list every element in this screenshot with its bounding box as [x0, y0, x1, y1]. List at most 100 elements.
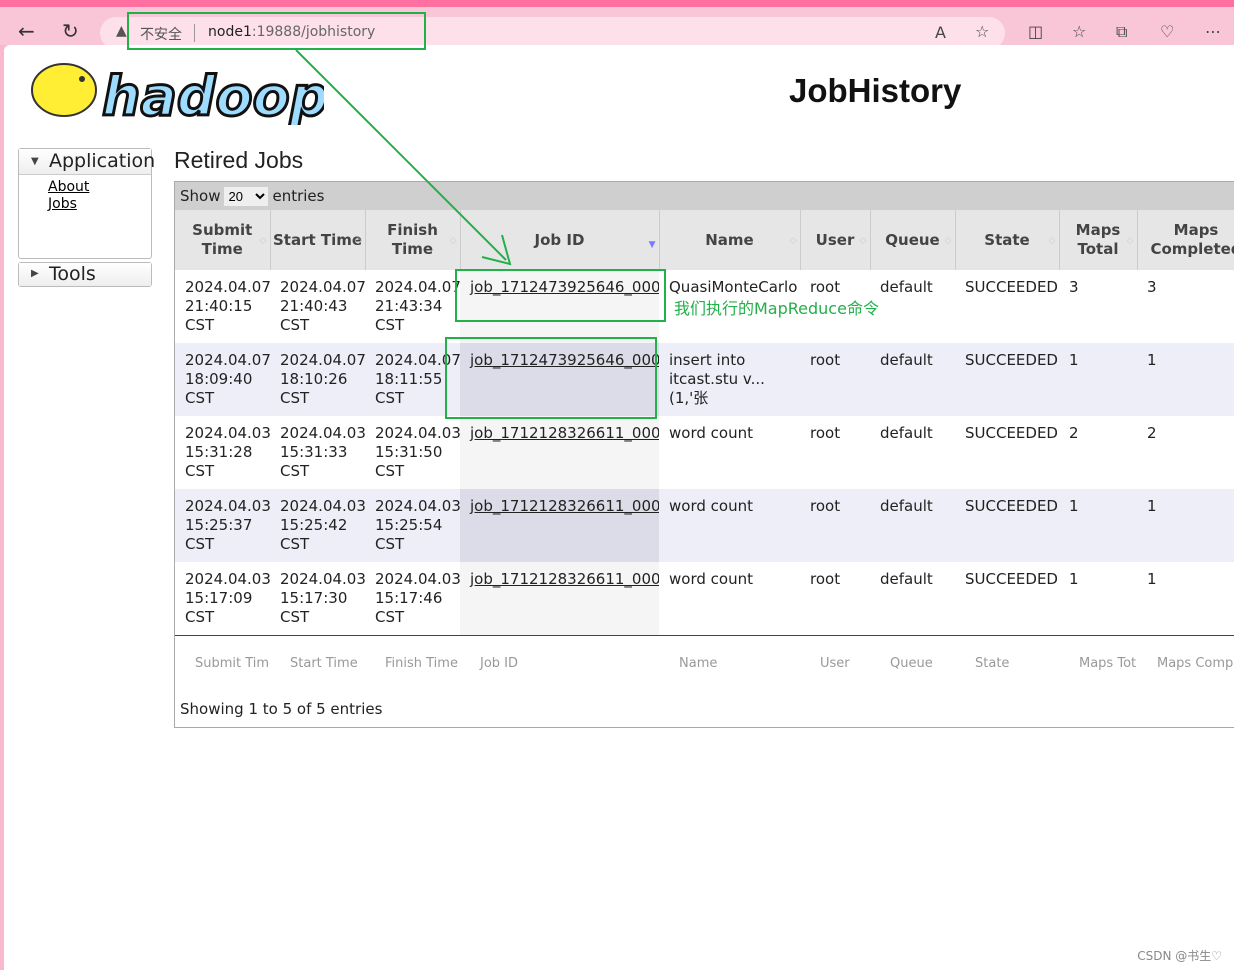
- cell-submit: 2024.04.03 15:25:37 CST: [175, 489, 270, 562]
- footer-submit[interactable]: Submit Time: [175, 635, 270, 691]
- cell-maps_total: 1: [1059, 489, 1137, 562]
- cell-finish: 2024.04.03 15:17:46 CST: [375, 570, 460, 626]
- show-label: Show: [180, 187, 221, 205]
- column-header-maps_completed[interactable]: Maps Completed◇: [1137, 210, 1234, 270]
- jobs-table: Submit Time ◇ Start Time ◇ Finish Time ◇ Job I…: [175, 210, 1234, 691]
- cell-name: word count: [669, 424, 753, 442]
- cell-queue: default: [880, 570, 933, 588]
- footer-start[interactable]: Start Time: [270, 635, 365, 691]
- footer-state[interactable]: State: [955, 635, 1059, 691]
- sidebar-link-jobs[interactable]: Jobs: [48, 196, 151, 213]
- job-id-link[interactable]: job_1712128326611_0001: [470, 570, 659, 588]
- sort-icon: ◇: [789, 236, 797, 246]
- cell-queue: default: [880, 278, 933, 296]
- column-header-submit[interactable]: Submit Time ◇: [175, 210, 271, 270]
- favorite-star-icon[interactable]: ☆: [975, 22, 989, 41]
- column-header-user[interactable]: User ◇: [800, 210, 871, 270]
- caret-down-icon: ▼: [31, 156, 39, 167]
- warning-icon: ▲: [116, 23, 127, 39]
- cell-submit: 2024.04.07 21:40:15 CST: [185, 278, 270, 334]
- cell-user: root: [810, 570, 841, 588]
- cell-maps_total: 2: [1069, 424, 1079, 442]
- table-info: Showing 1 to 5 of 5 entries: [180, 700, 383, 718]
- cell-maps_completed: 1: [1137, 343, 1234, 416]
- table-row: 2024.04.03 15:31:28 CST 2024.04.03 15:31:…: [175, 416, 1234, 489]
- application-toggle[interactable]: ▼ Application: [19, 149, 155, 175]
- cell-start: 2024.04.07 18:10:26 CST: [270, 343, 365, 416]
- annotation-note: 我们执行的MapReduce命令: [674, 299, 879, 318]
- cell-queue: default: [870, 489, 955, 562]
- footer-id[interactable]: Job ID: [460, 635, 659, 691]
- more-icon[interactable]: ⋯: [1205, 22, 1221, 41]
- footer-name[interactable]: Name: [659, 635, 800, 691]
- cell-finish: 2024.04.07 21:43:34 CST: [375, 278, 460, 334]
- page: hadoop JobHistory ▼ Application About Job…: [4, 12, 1234, 970]
- collections-icon[interactable]: ⧉: [1116, 22, 1127, 42]
- cell-maps_total: 1: [1069, 570, 1079, 588]
- cell-user: root: [800, 489, 870, 562]
- cell-start: 2024.04.03 15:31:33 CST: [280, 424, 365, 480]
- footer-queue[interactable]: Queue: [870, 635, 955, 691]
- column-header-name[interactable]: Name ◇: [659, 210, 801, 270]
- cell-user: root: [800, 343, 870, 416]
- sidebar-link-about[interactable]: About: [48, 179, 151, 196]
- header-label: Maps Completed: [1150, 221, 1234, 258]
- footer-user[interactable]: User: [800, 635, 870, 691]
- cell-maps_total: 1: [1059, 343, 1137, 416]
- cell-name: word count: [659, 489, 800, 562]
- entries-select[interactable]: 20: [224, 186, 269, 206]
- cell-state: SUCCEEDED: [955, 343, 1059, 416]
- caret-right-icon: ▶: [31, 268, 39, 279]
- column-header-maps_total[interactable]: Maps Total ◇: [1059, 210, 1138, 270]
- header-label: Job ID: [534, 230, 585, 249]
- cell-submit: 2024.04.07 18:09:40 CST: [175, 343, 270, 416]
- cell-finish: 2024.04.03 15:31:50 CST: [375, 424, 460, 480]
- cell-state: SUCCEEDED: [955, 489, 1059, 562]
- cell-state: SUCCEEDED: [965, 570, 1058, 588]
- job-id-link[interactable]: job_1712128326611_0002: [470, 497, 659, 515]
- cell-submit: 2024.04.03 15:31:28 CST: [185, 424, 270, 480]
- page-title: JobHistory: [789, 72, 962, 109]
- cell-maps_completed: 1: [1137, 489, 1234, 562]
- annotation-box-job4: [445, 337, 657, 419]
- cell-start: 2024.04.03 15:17:30 CST: [280, 570, 365, 626]
- cell-start: 2024.04.03 15:25:42 CST: [270, 489, 365, 562]
- cell-maps_total: 3: [1069, 278, 1079, 296]
- sort-icon: ◇: [1126, 236, 1134, 246]
- tools-toggle[interactable]: ▶ Tools: [19, 263, 151, 286]
- header-label: Name: [705, 230, 754, 249]
- header-label: Queue: [885, 230, 940, 249]
- favorites-icon[interactable]: ☆: [1072, 22, 1086, 41]
- read-aloud-icon[interactable]: A: [935, 23, 946, 42]
- job-id-link[interactable]: job_1712128326611_0003: [470, 424, 659, 442]
- table-row: 2024.04.03 15:25:37 CST 2024.04.03 15:25:…: [175, 489, 1234, 562]
- footer-maps_total[interactable]: Maps Total: [1059, 635, 1137, 691]
- split-screen-icon[interactable]: ◫: [1028, 22, 1043, 41]
- back-icon[interactable]: ←: [18, 19, 35, 43]
- footer-finish[interactable]: Finish Time: [365, 635, 460, 691]
- header-label: Maps Total: [1075, 221, 1121, 258]
- cell-name: insert into itcast.stu v...(1,'张: [659, 343, 800, 416]
- column-header-queue[interactable]: Queue ◇: [870, 210, 956, 270]
- column-header-state[interactable]: State ◇: [955, 210, 1060, 270]
- cell-maps_completed: 3: [1147, 278, 1157, 296]
- table-row: 2024.04.07 18:09:40 CST 2024.04.07 18:10:…: [175, 343, 1234, 416]
- hadoop-logo: hadoop: [31, 63, 324, 125]
- application-menu: ▼ Application About Jobs: [18, 148, 155, 259]
- table-row: 2024.04.03 15:17:09 CST 2024.04.03 15:17:…: [175, 562, 1234, 636]
- cell-queue: default: [880, 424, 933, 442]
- refresh-icon[interactable]: ↻: [62, 19, 79, 43]
- sort-icon: ◇: [259, 236, 267, 246]
- tab-strip: [0, 0, 1234, 7]
- cell-user: root: [810, 424, 841, 442]
- cell-start: 2024.04.07 21:40:43 CST: [280, 278, 365, 334]
- annotation-box-job5: [455, 269, 666, 322]
- footer-maps_completed[interactable]: Maps Completed: [1137, 635, 1234, 691]
- annotation-arrow: [295, 49, 512, 266]
- watermark: CSDN @书生♡: [1137, 949, 1222, 963]
- sort-icon: ◇: [1048, 236, 1056, 246]
- header-label: User: [815, 230, 855, 249]
- extensions-icon[interactable]: ♡: [1160, 22, 1174, 41]
- sort-icon: ◇: [944, 236, 952, 246]
- cell-maps_completed: 1: [1147, 570, 1157, 588]
